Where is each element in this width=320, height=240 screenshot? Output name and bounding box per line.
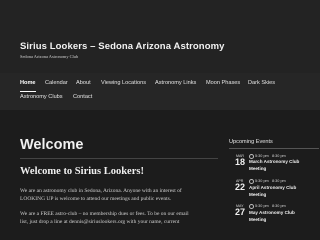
sidebar-divider bbox=[229, 148, 319, 149]
sidebar-title: Upcoming Events bbox=[229, 139, 273, 145]
nav-item-contact[interactable]: Contact bbox=[73, 94, 92, 100]
event-start-time: 5:30 pm bbox=[255, 179, 269, 183]
welcome-heading: Welcome to Sirius Lookers! bbox=[20, 166, 144, 177]
event-start-time: 5:30 pm bbox=[255, 154, 269, 158]
nav-item-dark-skies[interactable]: Dark Skies bbox=[248, 80, 275, 86]
clock-icon bbox=[249, 204, 254, 209]
membership-paragraph-line: list, just drop a line at dennis@siriusl… bbox=[20, 219, 180, 225]
nav-item-astronomy-clubs[interactable]: Astronomy Clubs bbox=[20, 94, 63, 100]
event-title-link[interactable]: April Astronomy Club bbox=[249, 185, 296, 191]
event-start-time: 5:30 pm bbox=[255, 204, 269, 208]
event-title-link[interactable]: March Astronomy Club bbox=[249, 159, 299, 165]
site-tagline: Sedona Arizona Astronomy Club bbox=[20, 54, 79, 59]
nav-item-calendar[interactable]: Calendar bbox=[45, 80, 68, 86]
title-divider bbox=[20, 158, 218, 159]
event-title-link[interactable]: Meeting bbox=[249, 166, 266, 172]
event-end-time: 8:30 pm bbox=[272, 179, 286, 183]
event-end-time: 8:30 pm bbox=[272, 204, 286, 208]
intro-paragraph-line: LOOKING UP is welcome to attend our meet… bbox=[20, 196, 172, 202]
nav-item-astronomy-links[interactable]: Astronomy Links bbox=[155, 80, 196, 86]
event-day: 22 bbox=[235, 182, 246, 192]
site-header: Sirius Lookers – Sedona Arizona Astronom… bbox=[0, 0, 320, 73]
site-title[interactable]: Sirius Lookers – Sedona Arizona Astronom… bbox=[20, 41, 225, 52]
event-title-link[interactable]: Meeting bbox=[249, 217, 266, 223]
nav-item-about[interactable]: About bbox=[76, 80, 91, 86]
event-day: 18 bbox=[235, 157, 246, 167]
event-end-time: 8:30 pm bbox=[272, 154, 286, 158]
nav-item-viewing-locations[interactable]: Viewing Locations bbox=[101, 80, 146, 86]
main-navigation bbox=[0, 73, 320, 110]
event-title-link[interactable]: Meeting bbox=[249, 192, 266, 198]
event-title-link[interactable]: May Astronomy Club bbox=[249, 210, 295, 216]
nav-item-moon-phases[interactable]: Moon Phases bbox=[206, 80, 240, 86]
page-title: Welcome bbox=[20, 137, 84, 153]
event-day: 27 bbox=[235, 207, 246, 217]
clock-icon bbox=[249, 179, 254, 184]
nav-active-underline bbox=[20, 91, 36, 92]
nav-item-home[interactable]: Home bbox=[20, 80, 36, 86]
